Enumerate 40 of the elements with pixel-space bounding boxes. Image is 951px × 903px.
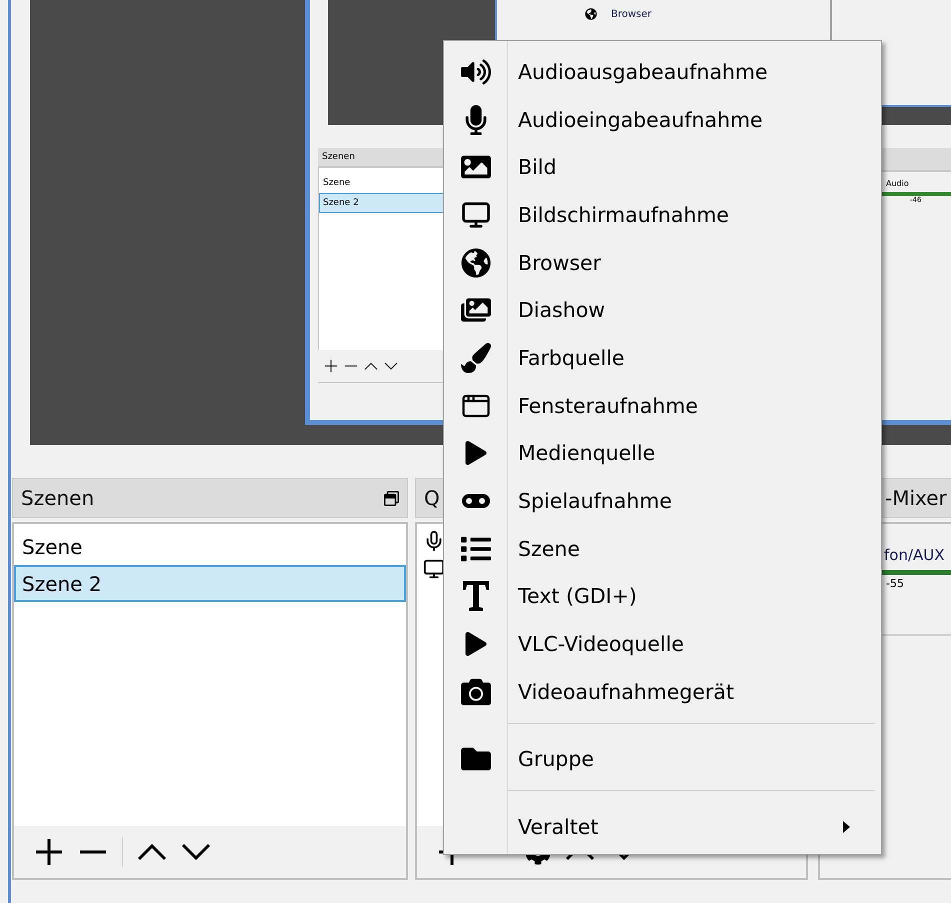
meter-tick: -55 [885,577,905,590]
menu-item[interactable]: VLC-Videoquelle [444,620,881,668]
play-icon [464,441,488,466]
dock-title: Q [424,486,440,510]
monitor-icon [423,558,445,580]
menu-item[interactable]: Szene [444,524,881,573]
source-name[interactable]: Browser [611,8,652,20]
menu-item[interactable]: Audioeingabeaufnahme [444,96,881,144]
menu-item[interactable]: Diashow [444,286,881,334]
speaker-icon [461,56,491,87]
menu-item[interactable]: Gruppe [444,736,881,784]
gamepad-icon [461,493,491,510]
add-icon[interactable] [324,359,338,373]
channel-name: Audio [885,178,910,188]
float-icon[interactable] [384,490,399,506]
move-down-icon[interactable] [181,843,211,861]
dock-title: Szenen [21,486,94,510]
menu-item[interactable]: Audioausgabeaufnahme [444,48,881,96]
text-icon [462,580,490,612]
menu-item[interactable]: Fensteraufnahme [444,382,881,430]
menu-item[interactable]: Browser [444,238,881,286]
globe-icon [585,8,597,20]
monitor-icon [461,200,491,230]
paintbrush-icon [461,342,491,373]
move-up-icon[interactable] [137,843,167,861]
scene-item[interactable]: Szene 2 [14,565,406,602]
add-icon[interactable] [34,837,64,867]
globe-icon [461,248,491,278]
menu-item[interactable]: Text (GDI+) [444,572,881,620]
dock-title: -Mixer [885,486,947,510]
channel-name: fon/AUX [883,546,946,564]
menu-item[interactable]: Veraltet [444,803,881,851]
move-down-icon[interactable] [384,362,398,370]
menu-item[interactable]: Spielaufnahme [444,477,881,525]
menu-item[interactable]: Medienquelle [444,430,881,478]
menu-item[interactable]: Videoaufnahmegerät [444,668,881,716]
camera-icon [461,676,491,707]
move-up-icon[interactable] [364,362,378,370]
menu-item[interactable]: Farbquelle [444,334,881,382]
play-icon [464,632,488,656]
